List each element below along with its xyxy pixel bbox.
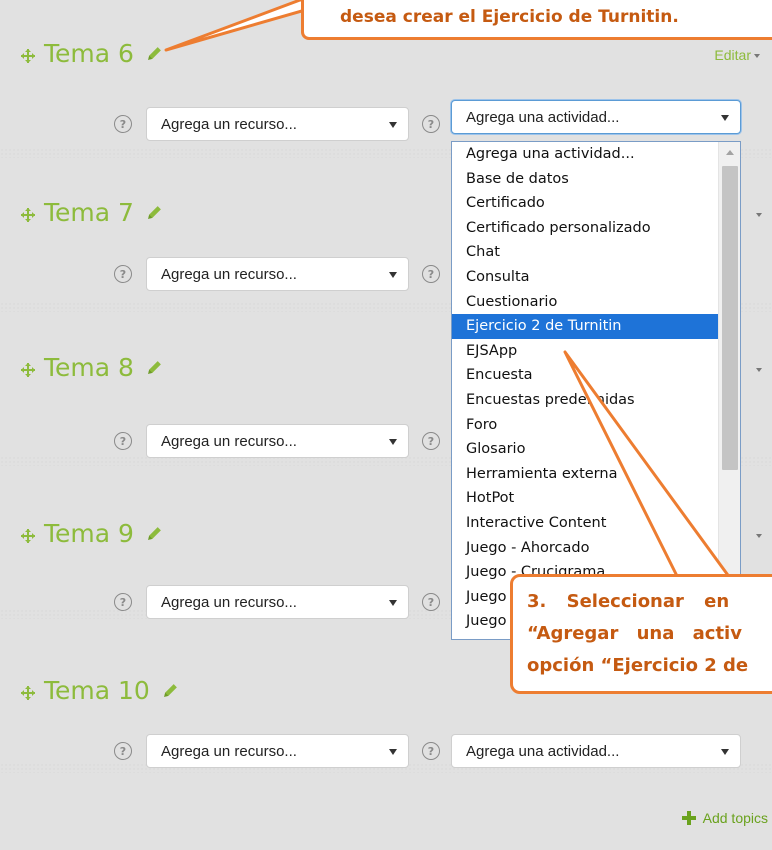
add-resource-select[interactable]: Agrega un recurso... [146, 585, 409, 619]
scrollbar-thumb[interactable] [722, 166, 738, 470]
help-icon[interactable]: ? [114, 115, 132, 133]
add-resource-select[interactable]: Agrega un recurso... [146, 257, 409, 291]
edit-menu-caret-icon[interactable] [756, 368, 762, 372]
dropdown-options: Agrega una actividad... Base de datos Ce… [452, 142, 740, 634]
dropdown-option[interactable]: Agrega una actividad... [452, 142, 718, 167]
section-title-tema-10: Tema 10 [20, 673, 179, 707]
help-icon[interactable]: ? [114, 265, 132, 283]
dropdown-option[interactable]: Encuesta [452, 363, 718, 388]
section-title-tema-6: Tema 6 [20, 36, 163, 70]
plus-icon [681, 811, 696, 825]
callout-bottom-line2: “Agregar una activ [527, 623, 742, 644]
add-resource-select-value: Agrega un recurso... [161, 265, 297, 283]
add-resource-select-value: Agrega un recurso... [161, 432, 297, 450]
dropdown-option[interactable]: Juego - Ahorcado [452, 536, 718, 561]
move-icon[interactable] [20, 685, 36, 701]
callout-top-text: desea crear el Ejercicio de Turnitin. [340, 7, 679, 27]
pencil-icon[interactable] [146, 525, 163, 542]
pencil-icon[interactable] [146, 45, 163, 62]
move-icon[interactable] [20, 48, 36, 64]
dropdown-option[interactable]: Consulta [452, 265, 718, 290]
section-title-text[interactable]: Tema 8 [44, 353, 134, 382]
section-title-tema-9: Tema 9 [20, 516, 163, 550]
chevron-down-icon [721, 749, 729, 755]
help-icon[interactable]: ? [422, 265, 440, 283]
dropdown-option[interactable]: HotPot [452, 486, 718, 511]
edit-menu-link[interactable]: Editar [714, 47, 760, 63]
move-icon[interactable] [20, 528, 36, 544]
add-topics-label: Add topics [702, 810, 768, 826]
edit-menu-caret-icon[interactable] [756, 213, 762, 217]
add-topics-link[interactable]: Add topics [681, 810, 768, 826]
edit-menu-caret-icon[interactable] [756, 534, 762, 538]
chevron-down-icon [389, 122, 397, 128]
add-content-row: ? Agrega un recurso... ? Agrega una acti… [0, 734, 772, 768]
help-icon[interactable]: ? [114, 432, 132, 450]
scroll-up-icon[interactable] [726, 150, 734, 155]
add-activity-select-value: Agrega una actividad... [466, 108, 620, 126]
help-icon[interactable]: ? [114, 742, 132, 760]
chevron-down-icon [389, 439, 397, 445]
dropdown-option[interactable]: Certificado personalizado [452, 216, 718, 241]
add-resource-select[interactable]: Agrega un recurso... [146, 734, 409, 768]
dropdown-scrollbar[interactable] [718, 142, 740, 639]
dropdown-option[interactable]: Chat [452, 240, 718, 265]
chevron-down-icon [721, 115, 729, 121]
dropdown-option-selected[interactable]: Ejercicio 2 de Turnitin [452, 314, 718, 339]
callout-bottom-line1: 3. Seleccionar en [527, 591, 730, 612]
dropdown-option[interactable]: Glosario [452, 437, 718, 462]
chevron-down-icon [389, 272, 397, 278]
callout-bottom: 3. Seleccionar en “Agregar una activ opc… [510, 574, 772, 694]
add-resource-select-value: Agrega un recurso... [161, 593, 297, 611]
activity-dropdown-list[interactable]: Agrega una actividad... Base de datos Ce… [451, 141, 741, 640]
add-activity-select[interactable]: Agrega una actividad... [451, 100, 741, 134]
section-title-text[interactable]: Tema 10 [44, 676, 150, 705]
chevron-down-icon [389, 749, 397, 755]
pencil-icon[interactable] [146, 204, 163, 221]
dropdown-option[interactable]: Interactive Content [452, 511, 718, 536]
help-icon[interactable]: ? [114, 593, 132, 611]
help-icon[interactable]: ? [422, 115, 440, 133]
help-icon[interactable]: ? [422, 432, 440, 450]
dropdown-option[interactable]: EJSApp [452, 339, 718, 364]
move-icon[interactable] [20, 207, 36, 223]
help-icon[interactable]: ? [422, 742, 440, 760]
move-icon[interactable] [20, 362, 36, 378]
callout-bottom-line3: opción “Ejercicio 2 de [527, 655, 749, 676]
dropdown-option[interactable]: Certificado [452, 191, 718, 216]
dropdown-option[interactable]: Foro [452, 413, 718, 438]
add-activity-select-value: Agrega una actividad... [466, 742, 620, 760]
add-resource-select[interactable]: Agrega un recurso... [146, 424, 409, 458]
dropdown-option[interactable]: Herramienta externa [452, 462, 718, 487]
chevron-down-icon [389, 600, 397, 606]
dropdown-option[interactable]: Base de datos [452, 167, 718, 192]
section-title-text[interactable]: Tema 7 [44, 198, 134, 227]
pencil-icon[interactable] [146, 359, 163, 376]
section-title-tema-7: Tema 7 [20, 195, 163, 229]
callout-top: desea crear el Ejercicio de Turnitin. [301, 0, 772, 40]
add-content-row: ? Agrega un recurso... ? Agrega una acti… [0, 100, 772, 141]
dropdown-option[interactable]: Cuestionario [452, 290, 718, 315]
help-icon[interactable]: ? [422, 593, 440, 611]
add-resource-select-value: Agrega un recurso... [161, 742, 297, 760]
section-title-text[interactable]: Tema 9 [44, 519, 134, 548]
section-title-tema-8: Tema 8 [20, 350, 163, 384]
dropdown-option[interactable]: Encuestas predefinidas [452, 388, 718, 413]
section-title-text[interactable]: Tema 6 [44, 39, 134, 68]
add-resource-select-value: Agrega un recurso... [161, 115, 297, 133]
add-activity-select[interactable]: Agrega una actividad... [451, 734, 741, 768]
add-resource-select[interactable]: Agrega un recurso... [146, 107, 409, 141]
pencil-icon[interactable] [162, 682, 179, 699]
